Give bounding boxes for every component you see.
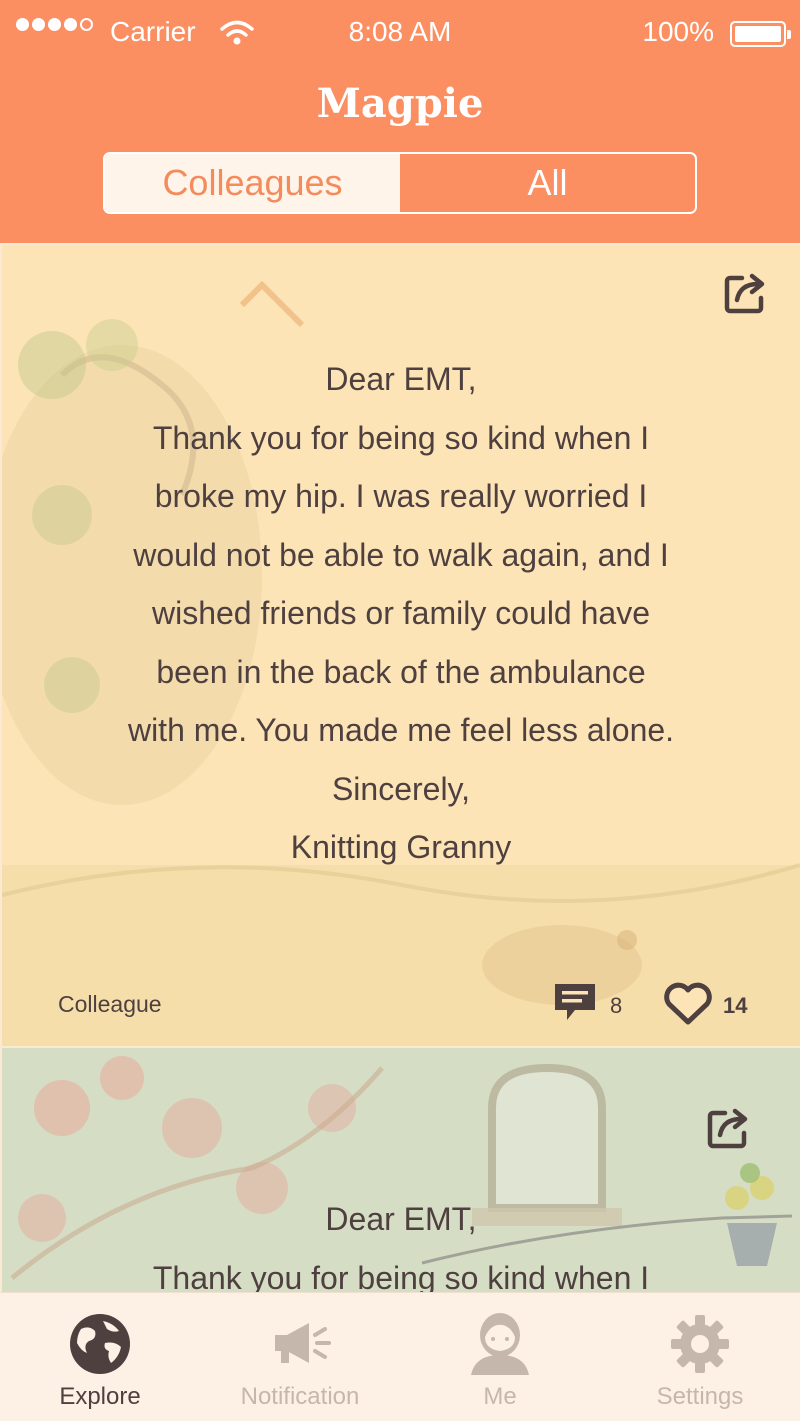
- globe-icon: [70, 1314, 130, 1374]
- author-tag: Colleague: [58, 991, 162, 1017]
- letter-line: Thank you for being so kind when I: [152, 1259, 650, 1293]
- heart-icon[interactable]: [663, 982, 713, 1026]
- segmented-control: Colleagues All: [103, 152, 697, 214]
- letter-body: Dear EMT, Thank you for being so kind wh…: [2, 350, 800, 877]
- comment-icon[interactable]: [553, 982, 597, 1024]
- megaphone-icon: [275, 1323, 331, 1363]
- tab-settings[interactable]: Settings: [600, 1293, 800, 1421]
- app-header: Carrier 8:08 AM 100% Magpie Colleagues A…: [0, 0, 800, 243]
- gear-icon: [671, 1315, 729, 1373]
- letter-line: Thank you for being so kind when I: [152, 419, 650, 456]
- tab-explore[interactable]: Explore: [0, 1293, 200, 1421]
- battery-icon: [730, 21, 791, 47]
- segment-all[interactable]: All: [400, 154, 695, 212]
- letter-closing: Sincerely,: [331, 770, 471, 807]
- battery-percent: 100%: [642, 16, 714, 47]
- tab-notification[interactable]: Notification: [200, 1293, 400, 1421]
- letter-line: would not be able to walk again, and I: [133, 536, 669, 573]
- letter-card[interactable]: Dear EMT, Thank you for being so kind wh…: [2, 1048, 800, 1292]
- tab-me[interactable]: Me: [400, 1293, 600, 1421]
- letter-line: wished friends or family could have: [151, 595, 650, 631]
- person-icon: [471, 1313, 529, 1375]
- status-bar: Carrier 8:08 AM 100%: [0, 0, 800, 64]
- letter-greeting: Dear EMT,: [325, 361, 477, 397]
- tab-label: Notification: [240, 1383, 360, 1410]
- letter-line: been in the back of the ambulance: [156, 653, 646, 690]
- app-title: Magpie: [316, 80, 484, 127]
- letter-line: with me. You made me feel less alone.: [127, 712, 675, 748]
- segment-colleagues[interactable]: Colleagues: [105, 154, 400, 212]
- letter-card[interactable]: Dear EMT, Thank you for being so kind wh…: [2, 245, 800, 1046]
- tab-label: Explore: [59, 1383, 141, 1410]
- like-count: 14: [723, 993, 748, 1018]
- letter-signature: Knitting Granny: [290, 829, 512, 865]
- tab-bar: Explore Notification Me Settings: [0, 1292, 800, 1421]
- share-icon[interactable]: [722, 268, 770, 316]
- tab-label: Settings: [656, 1383, 744, 1410]
- tab-label: Me: [483, 1383, 517, 1410]
- comment-count: 8: [610, 993, 623, 1018]
- share-icon[interactable]: [705, 1103, 753, 1151]
- letter-line: broke my hip. I was really worried I: [154, 478, 648, 514]
- letter-greeting: Dear EMT,: [325, 1201, 477, 1237]
- letter-body: Dear EMT, Thank you for being so kind wh…: [2, 1190, 800, 1292]
